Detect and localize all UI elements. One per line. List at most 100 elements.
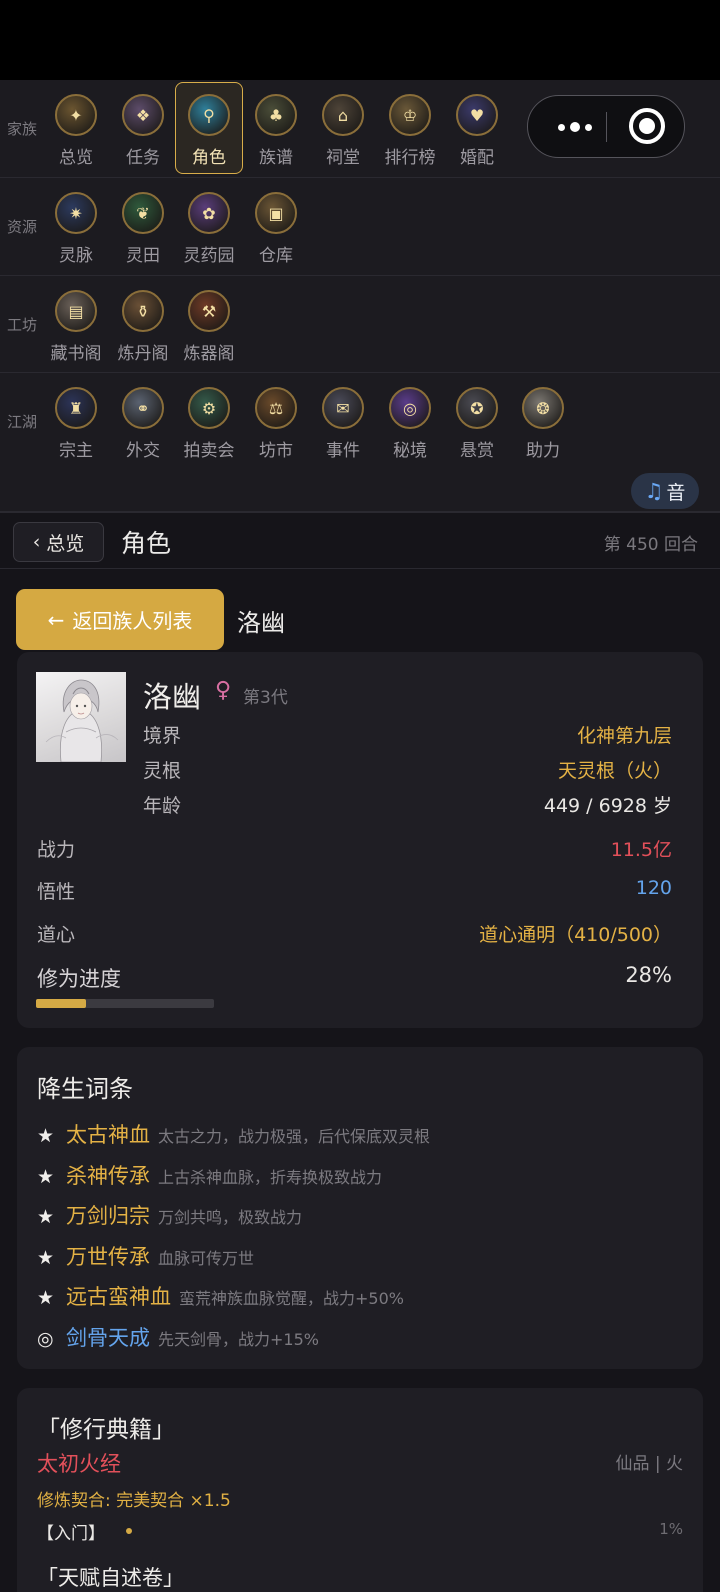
event-icon: ✉	[322, 387, 364, 429]
star-icon: ★	[37, 1287, 55, 1309]
arrow-left-icon: ←	[47, 607, 65, 632]
trait-item[interactable]: ◎ 剑骨天成 先天剑骨，战力+15%	[37, 1322, 319, 1352]
nav-item-overview[interactable]: ✦ 总览	[42, 94, 110, 168]
circle-target-icon: ◎	[37, 1327, 54, 1350]
nav-item-market[interactable]: ⚖ 坊市	[242, 387, 310, 461]
age-value: 449 / 6928 岁	[543, 795, 672, 817]
cultivation-manual-card: 「修行典籍」 太初火经 仙品 | 火 修炼契合: 完美契合 ×1.5 【入门】 …	[17, 1388, 703, 1592]
nav-item-assist[interactable]: ❂ 助力	[509, 387, 577, 461]
nav-item-character[interactable]: ⚲ 角色	[175, 82, 243, 174]
trait-description: 上古杀神血脉，折寿换极致战力	[158, 1167, 383, 1187]
spirit-root-label: 灵根	[143, 760, 182, 782]
secret-realm-icon: ◎	[389, 387, 431, 429]
dao-heart-row: 道心 道心通明（410/500）	[37, 920, 672, 946]
star-icon: ★	[37, 1165, 55, 1188]
family-tree-icon: ♣	[255, 94, 297, 136]
scroll-icon: ❖	[122, 94, 164, 136]
trait-name: 万剑归宗	[66, 1204, 150, 1228]
insight-label: 悟性	[37, 881, 76, 903]
page-title: 角色	[121, 529, 172, 558]
power-row: 战力 11.5亿	[37, 835, 672, 861]
nav-item-alchemy[interactable]: ⚱ 炼丹阁	[109, 290, 177, 364]
nav-item-herb-garden[interactable]: ✿ 灵药园	[175, 192, 243, 266]
profile-card: 洛幽 ♀ 第3代 境界 化神第九层 灵根 天灵根（火） 年龄 449 / 692…	[17, 652, 703, 1028]
nav-item-label: 角色	[192, 148, 226, 168]
nav-section-3: 江湖 ♜ 宗主 ⚭ 外交 ⚙ 拍卖会 ⚖ 坊市 ✉ 事件 ◎ 秘境 ✪ 悬赏 ❂ 助力	[0, 373, 720, 512]
trait-description: 血脉可传万世	[158, 1248, 255, 1268]
warehouse-icon: ▣	[255, 192, 297, 234]
trait-item[interactable]: ★ 万剑归宗 万剑共鸣，极致战力	[37, 1200, 302, 1230]
trait-name: 剑骨天成	[66, 1325, 150, 1350]
nav-item-ancestral-hall[interactable]: ⌂ 祠堂	[309, 94, 377, 168]
nav-item-label: 婚配	[460, 148, 494, 168]
nav-category-label: 家族	[7, 120, 38, 138]
nav-item-spirit-field[interactable]: ❦ 灵田	[109, 192, 177, 266]
star-icon: ★	[37, 1246, 55, 1269]
cultivation-progress-value: 28%	[625, 963, 672, 987]
trait-description: 先天剑骨，战力+15%	[158, 1329, 319, 1349]
trait-name: 太古神血	[66, 1123, 150, 1147]
close-miniprogram-button[interactable]	[629, 108, 665, 144]
insight-value: 120	[635, 877, 672, 899]
back-to-overview-button[interactable]: ‹ 总览	[13, 522, 104, 562]
trait-item[interactable]: ★ 远古蛮神血 蛮荒神族血脉觉醒，战力+50%	[37, 1281, 404, 1311]
manual-name[interactable]: 太初火经	[37, 1448, 121, 1478]
realm-row: 境界 化神第九层	[143, 721, 672, 747]
nav-item-ranking[interactable]: ♔ 排行榜	[376, 94, 444, 168]
trait-item[interactable]: ★ 杀神传承 上古杀神血脉，折寿换极致战力	[37, 1160, 382, 1190]
spirit-vein-icon: ✷	[55, 192, 97, 234]
profile-name: 洛幽	[143, 680, 202, 714]
trait-item[interactable]: ★ 太古神血 太古之力，战力极强，后代保底双灵根	[37, 1119, 430, 1149]
nav-item-auction[interactable]: ⚙ 拍卖会	[175, 387, 243, 461]
generation-label: 第3代	[243, 688, 288, 708]
nav-item-label: 事件	[326, 441, 360, 461]
nav-section-1: 资源 ✷ 灵脉 ❦ 灵田 ✿ 灵药园 ▣ 仓库	[0, 178, 720, 276]
nav-item-label: 藏书阁	[50, 344, 102, 364]
marriage-icon: ♥	[456, 94, 498, 136]
next-section-title: 「天赋自述卷」	[37, 1566, 184, 1590]
ancestral-hall-icon: ⌂	[322, 94, 364, 136]
nav-item-label: 宗主	[59, 441, 93, 461]
nav-item-label: 祠堂	[326, 148, 360, 168]
nav-item-library[interactable]: ▤ 藏书阁	[42, 290, 110, 364]
nav-item-bounty[interactable]: ✪ 悬赏	[443, 387, 511, 461]
return-to-member-list-button[interactable]: ← 返回族人列表	[16, 589, 224, 650]
assist-icon: ❂	[522, 387, 564, 429]
nav-item-forge[interactable]: ⚒ 炼器阁	[175, 290, 243, 364]
music-toggle-button[interactable]: ♫ 音	[631, 473, 699, 509]
forge-icon: ⚒	[188, 290, 230, 332]
nav-item-label: 拍卖会	[183, 441, 235, 461]
spirit-field-icon: ❦	[122, 192, 164, 234]
trait-name: 远古蛮神血	[66, 1285, 171, 1309]
status-bar	[0, 0, 720, 80]
nav-item-spirit-vein[interactable]: ✷ 灵脉	[42, 192, 110, 266]
nav-item-label: 灵脉	[59, 246, 93, 266]
birth-traits-card: 降生词条 ★ 太古神血 太古之力，战力极强，后代保底双灵根 ★ 杀神传承 上古杀神血脉，折…	[17, 1047, 703, 1369]
nav-item-sect-master[interactable]: ♜ 宗主	[42, 387, 110, 461]
realm-value: 化神第九层	[576, 725, 672, 747]
spirit-root-row: 灵根 天灵根（火）	[143, 756, 672, 782]
nav-item-label: 秘境	[393, 441, 427, 461]
nav-item-family-tree[interactable]: ♣ 族谱	[242, 94, 310, 168]
character-portrait	[36, 672, 126, 762]
nav-item-event[interactable]: ✉ 事件	[309, 387, 377, 461]
nav-item-warehouse[interactable]: ▣ 仓库	[242, 192, 310, 266]
nav-item-label: 悬赏	[460, 441, 494, 461]
nav-item-marriage[interactable]: ♥ 婚配	[443, 94, 511, 168]
trait-item[interactable]: ★ 万世传承 血脉可传万世	[37, 1241, 254, 1271]
more-options-button[interactable]	[550, 110, 600, 144]
nav-category-label: 资源	[7, 218, 38, 236]
birth-traits-title: 降生词条	[37, 1075, 133, 1103]
manual-progress-percent: 1%	[659, 1520, 683, 1538]
cultivation-progress-bar	[36, 999, 214, 1008]
nav-item-scroll[interactable]: ❖ 任务	[109, 94, 177, 168]
nav-item-label: 炼丹阁	[117, 344, 169, 364]
trait-description: 太古之力，战力极强，后代保底双灵根	[158, 1127, 431, 1146]
nav-item-diplomacy[interactable]: ⚭ 外交	[109, 387, 177, 461]
nav-item-label: 坊市	[259, 441, 293, 461]
nav-item-label: 灵药园	[183, 246, 235, 266]
nav-item-secret-realm[interactable]: ◎ 秘境	[376, 387, 444, 461]
trait-description: 万剑共鸣，极致战力	[158, 1208, 303, 1227]
diplomacy-icon: ⚭	[122, 387, 164, 429]
trait-name: 万世传承	[66, 1244, 150, 1269]
